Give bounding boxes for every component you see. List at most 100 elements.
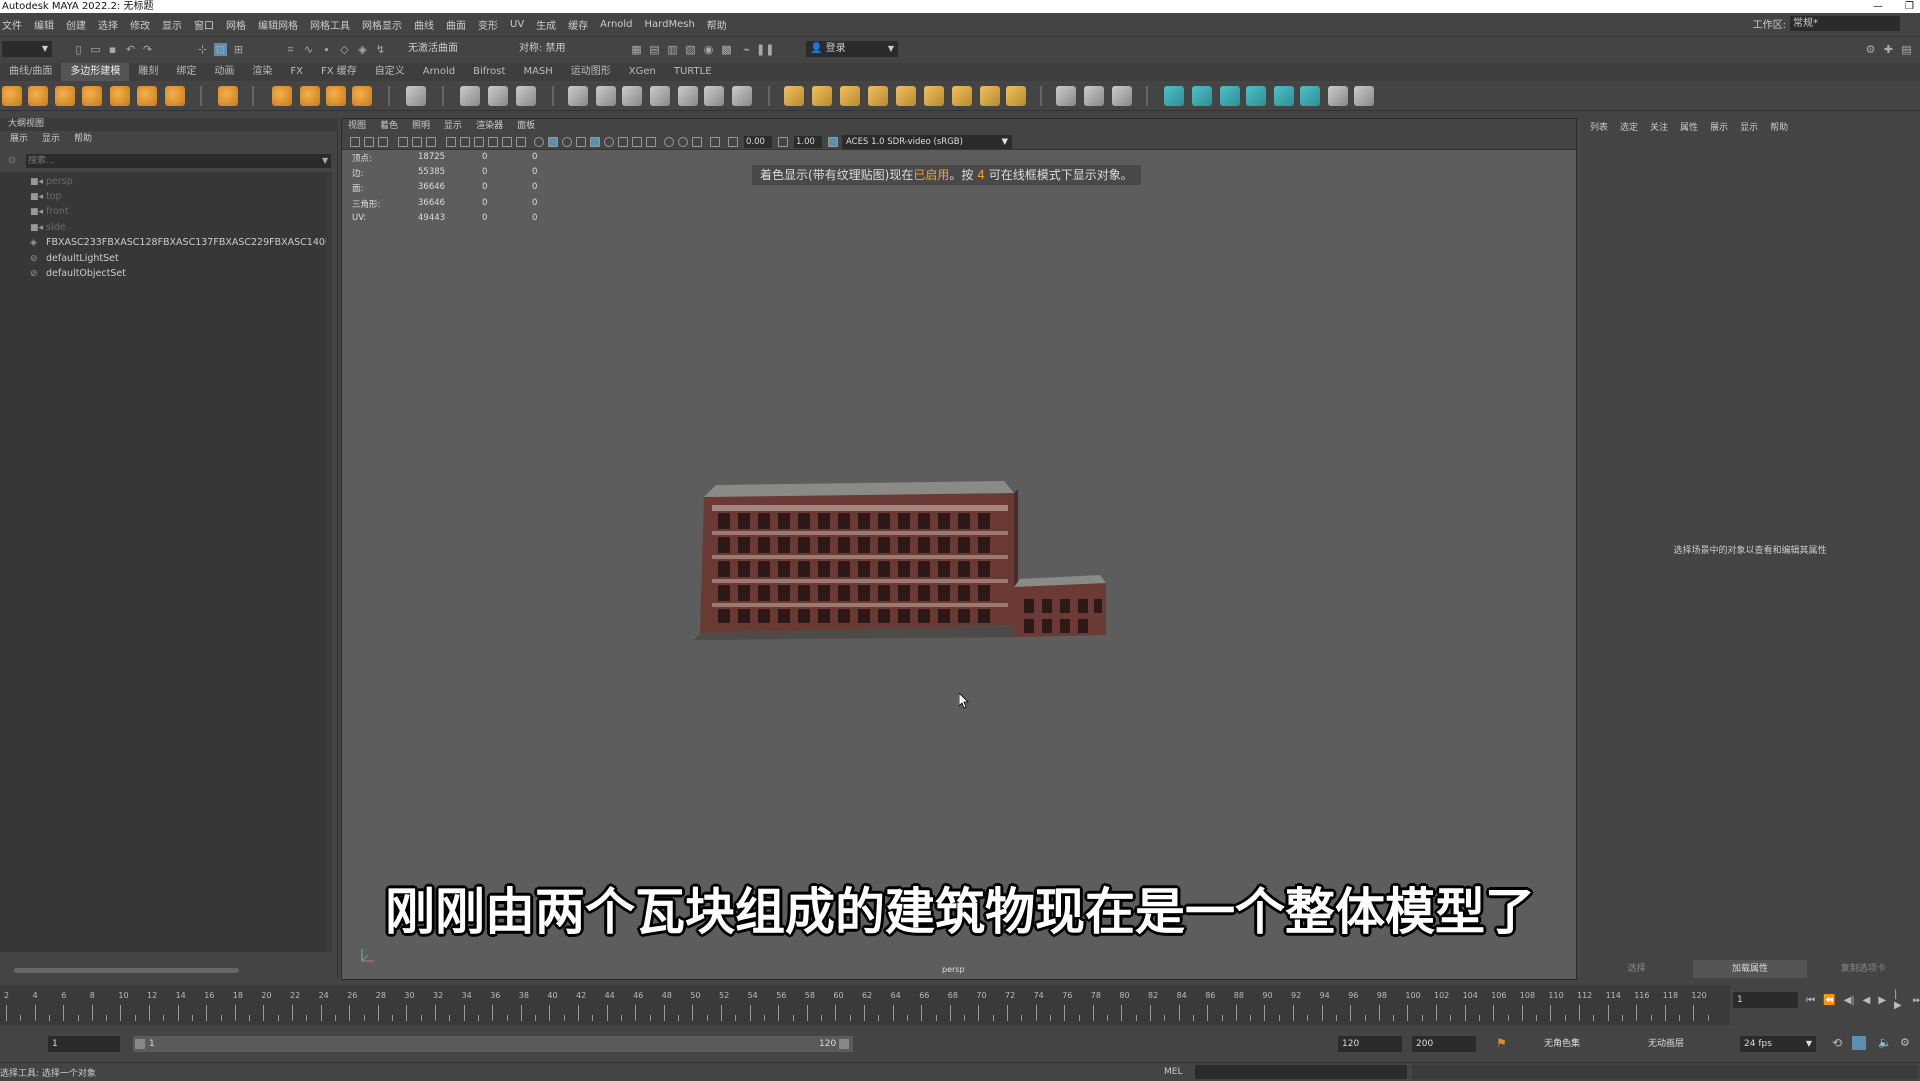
workspace-dropdown[interactable]: 常规* — [1790, 16, 1900, 31]
boolean-union-icon[interactable] — [568, 86, 588, 106]
minimize-button[interactable]: — — [1873, 0, 1883, 13]
multi-cut-icon[interactable] — [1056, 86, 1076, 106]
go-to-end-icon[interactable]: ⏭ — [1913, 995, 1920, 1006]
menu-file[interactable]: 文件 — [2, 17, 22, 32]
fps-dropdown[interactable]: 24 fps ▼ — [1740, 1036, 1816, 1052]
mirror-icon[interactable] — [650, 86, 670, 106]
outliner-item-top[interactable]: ■◂ top — [30, 189, 328, 204]
play-forwards-icon[interactable]: ▶ — [1878, 995, 1886, 1006]
film-gate-icon[interactable] — [460, 137, 470, 147]
fill-hole-icon[interactable] — [896, 86, 916, 106]
menu-cache[interactable]: 缓存 — [568, 17, 588, 32]
menu-deform[interactable]: 变形 — [478, 17, 498, 32]
viewport-panel[interactable]: 视图 着色 照明 显示 渲染器 面板 0.00 1.00 ACES 1.0 SD… — [341, 118, 1577, 980]
toggle-attribute-editor-icon[interactable]: ▤ — [1900, 43, 1913, 56]
copy-tab-button[interactable]: 复制选项卡 — [1807, 960, 1920, 978]
new-scene-icon[interactable]: ▯ — [72, 43, 85, 56]
textured-icon[interactable] — [590, 137, 600, 147]
shelf-tab-xgen[interactable]: XGen — [620, 63, 665, 81]
command-input[interactable] — [1195, 1065, 1407, 1079]
xray-icon[interactable] — [678, 137, 688, 147]
shelf-tab-arnold[interactable]: Arnold — [414, 63, 464, 81]
insert-edge-loop-icon[interactable] — [1084, 86, 1104, 106]
menu-hardmesh[interactable]: HardMesh — [645, 19, 695, 30]
shelf-tab-custom[interactable]: 自定义 — [366, 63, 414, 81]
range-start-handle[interactable] — [135, 1039, 145, 1049]
animation-layer-dropdown[interactable]: 无动画层 — [1644, 1036, 1730, 1052]
playback-range-slider[interactable]: 1 120 — [133, 1036, 853, 1052]
preferences-icon[interactable]: ⚙ — [1900, 1036, 1910, 1049]
combine-icon[interactable] — [460, 86, 480, 106]
menu-windows[interactable]: 窗口 — [194, 17, 214, 32]
poly-plane-icon[interactable] — [137, 86, 157, 106]
hypershade-icon[interactable]: ▧ — [684, 43, 697, 56]
circularize-icon[interactable] — [980, 86, 1000, 106]
outliner-item-front[interactable]: ■◂ front — [30, 204, 328, 219]
select-button[interactable]: 选择 — [1580, 960, 1693, 978]
viewport-menu-shading[interactable]: 着色 — [380, 119, 398, 134]
open-scene-icon[interactable]: ▭ — [89, 43, 102, 56]
extrude-icon[interactable] — [784, 86, 804, 106]
boolean-difference-icon[interactable] — [596, 86, 616, 106]
shelf-tab-animation[interactable]: 动画 — [205, 63, 243, 81]
menu-mesh[interactable]: 网格 — [226, 17, 246, 32]
menu-generate[interactable]: 生成 — [536, 17, 556, 32]
resolution-gate-icon[interactable] — [474, 137, 484, 147]
snap-together-icon[interactable]: ↯ — [374, 43, 387, 56]
use-all-lights-icon[interactable] — [604, 137, 614, 147]
character-set-dropdown[interactable]: 无角色集 — [1540, 1036, 1626, 1052]
menu-mesh-display[interactable]: 网格显示 — [362, 17, 402, 32]
redo-icon[interactable]: ↷ — [141, 43, 154, 56]
shelf-tab-rendering[interactable]: 渲染 — [243, 63, 281, 81]
grid-icon[interactable] — [406, 86, 426, 106]
menu-uv[interactable]: UV — [510, 19, 524, 30]
svg-icon[interactable] — [352, 86, 372, 106]
wireframe-icon[interactable] — [534, 137, 544, 147]
gate-mask-icon[interactable] — [488, 137, 498, 147]
render-current-frame-icon[interactable]: ▦ — [630, 43, 643, 56]
super-shape-icon[interactable] — [272, 86, 292, 106]
type-text-icon[interactable] — [326, 86, 346, 106]
poly-sphere-icon[interactable] — [2, 86, 22, 106]
select-by-component-icon[interactable]: ⊞ — [232, 43, 245, 56]
shelf-tab-mash[interactable]: MASH — [514, 63, 561, 81]
exposure-icon[interactable] — [728, 137, 738, 147]
step-forward-frame-icon[interactable]: |▶ — [1894, 989, 1905, 1011]
symmetry-dropdown[interactable]: 对称: 禁用 — [515, 41, 591, 57]
save-scene-icon[interactable]: ▪ — [106, 43, 119, 56]
menu-select[interactable]: 选择 — [98, 17, 118, 32]
step-back-key-icon[interactable]: ⏪ — [1823, 995, 1835, 1006]
load-attributes-button[interactable]: 加载属性 — [1693, 960, 1807, 978]
viewport-menu-renderer[interactable]: 渲染器 — [476, 119, 503, 134]
outliner-item-default-light-set[interactable]: ⊘ defaultLightSet — [30, 251, 328, 266]
isolate-select-icon[interactable] — [664, 137, 674, 147]
bookmarks-icon[interactable] — [378, 137, 388, 147]
menu-help[interactable]: 帮助 — [707, 17, 727, 32]
attr-menu-selected[interactable]: 选定 — [1620, 120, 1638, 133]
menu-arnold[interactable]: Arnold — [600, 19, 632, 30]
uv-layout-icon[interactable] — [1300, 86, 1320, 106]
time-slider-track[interactable]: 2 4 6 8 10 12 14 16 18 20 22 24 26 28 30 32 34 36 38 40 42 44… — [0, 985, 1730, 1025]
outliner-item-persp[interactable]: ■◂ persp — [30, 174, 328, 189]
render-view-icon[interactable]: ◉ — [702, 43, 715, 56]
chevron-down-icon[interactable]: ▼ — [322, 156, 328, 165]
menu-create[interactable]: 创建 — [66, 17, 86, 32]
start-time-field[interactable]: 1 — [48, 1036, 120, 1052]
animation-end-field[interactable]: 200 — [1412, 1036, 1476, 1052]
menu-curves[interactable]: 曲线 — [414, 17, 434, 32]
viewport-menu-lighting[interactable]: 照明 — [412, 119, 430, 134]
login-dropdown[interactable]: 👤 登录 ▼ — [806, 41, 898, 57]
snap-to-grid-icon[interactable]: ⌗ — [284, 43, 297, 56]
arnold-render-icon[interactable]: ▩ — [720, 43, 733, 56]
color-management-icon[interactable] — [828, 137, 838, 147]
menu-modify[interactable]: 修改 — [130, 17, 150, 32]
attr-menu-list[interactable]: 列表 — [1590, 120, 1608, 133]
toggle-modeling-toolkit-icon[interactable]: ⚙ — [1864, 43, 1877, 56]
poke-icon[interactable] — [924, 86, 944, 106]
attr-menu-display[interactable]: 显示 — [1740, 120, 1758, 133]
menu-surfaces[interactable]: 曲面 — [446, 17, 466, 32]
outliner-menu-show[interactable]: 展示 — [10, 132, 28, 146]
shelf-tab-bifrost[interactable]: Bifrost — [464, 63, 514, 81]
building-model[interactable] — [694, 475, 1114, 645]
light-editor-icon[interactable]: ⌁ — [740, 43, 753, 56]
